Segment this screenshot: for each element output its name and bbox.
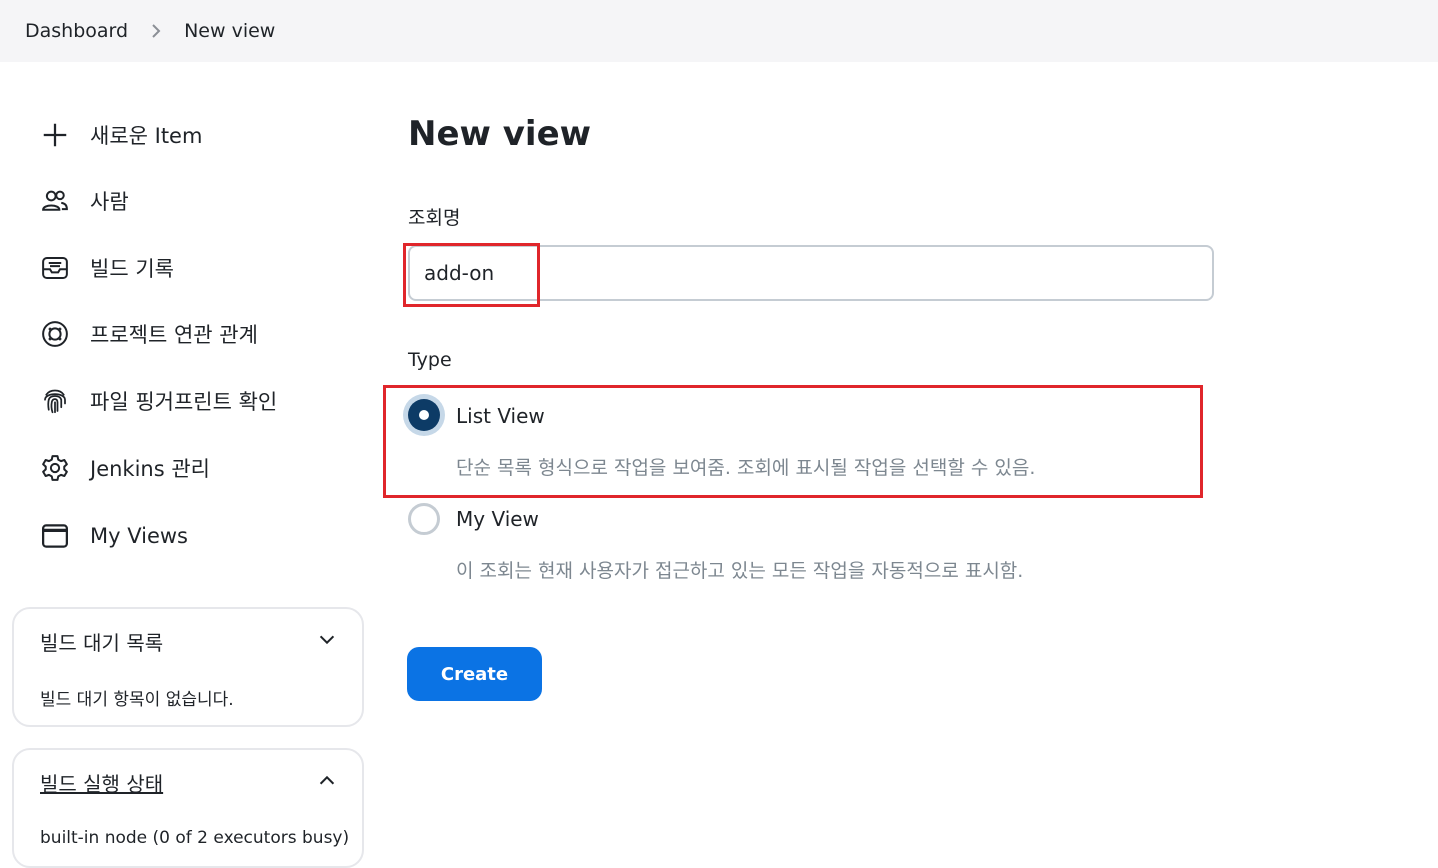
breadcrumb-new-view[interactable]: New view — [184, 20, 275, 42]
main-content: New view 조회명 Type List View 단순 목록 형식으로 작… — [380, 62, 1438, 838]
create-button[interactable]: Create — [407, 647, 542, 701]
sidebar-item-label: 프로젝트 연관 관계 — [90, 323, 258, 347]
chevron-down-icon[interactable] — [316, 629, 338, 651]
view-name-label: 조회명 — [408, 207, 461, 229]
page-title: New view — [408, 114, 592, 154]
sidebar-item-label: 파일 핑거프린트 확인 — [90, 390, 278, 414]
sidebar: 새로운 Item 사람 빌드 기록 프로젝트 연관 관계 파일 핑거프린트 확인… — [0, 62, 380, 868]
chevron-up-icon[interactable] — [316, 770, 338, 792]
inbox-icon — [38, 251, 72, 285]
sidebar-item-new-item[interactable]: 새로운 Item — [38, 115, 202, 155]
build-queue-title[interactable]: 빌드 대기 목록 — [40, 627, 163, 656]
sidebar-item-manage-jenkins[interactable]: Jenkins 관리 — [38, 448, 210, 488]
sidebar-item-label: My Views — [90, 524, 188, 548]
build-queue-panel: 빌드 대기 목록 빌드 대기 항목이 없습니다. — [12, 607, 364, 727]
sidebar-item-build-history[interactable]: 빌드 기록 — [38, 248, 174, 288]
my-view-description: 이 조회는 현재 사용자가 접근하고 있는 모든 작업을 자동적으로 표시함. — [456, 560, 1024, 582]
executor-status-title[interactable]: 빌드 실행 상태 — [40, 768, 163, 797]
sidebar-item-project-relationship[interactable]: 프로젝트 연관 관계 — [38, 314, 258, 354]
radio-my-view-label[interactable]: My View — [456, 507, 539, 531]
highlight-box-type — [383, 385, 1203, 498]
sidebar-item-fingerprint[interactable]: 파일 핑거프린트 확인 — [38, 381, 277, 421]
radio-list-view-label[interactable]: List View — [456, 404, 545, 428]
breadcrumb-dashboard[interactable]: Dashboard — [25, 20, 128, 42]
radio-list-view[interactable] — [408, 399, 440, 431]
chevron-right-icon — [150, 23, 162, 39]
sidebar-item-label: 빌드 기록 — [90, 257, 174, 281]
plus-icon — [38, 118, 72, 152]
view-name-input[interactable] — [408, 245, 1214, 301]
gear-icon — [38, 451, 72, 485]
executor-status-panel: 빌드 실행 상태 built-in node (0 of 2 executors… — [12, 748, 364, 868]
fingerprint-icon — [38, 384, 72, 418]
type-label: Type — [408, 349, 452, 371]
radio-my-view[interactable] — [408, 503, 440, 535]
sidebar-item-label: 사람 — [90, 190, 129, 214]
window-icon — [38, 519, 72, 553]
breadcrumb: Dashboard New view — [0, 0, 1438, 62]
list-view-description: 단순 목록 형식으로 작업을 보여줌. 조회에 표시될 작업을 선택할 수 있음… — [456, 457, 1036, 479]
relationship-icon — [38, 317, 72, 351]
executor-status-text: built-in node (0 of 2 executors busy) — [40, 828, 350, 848]
sidebar-item-my-views[interactable]: My Views — [38, 516, 188, 556]
sidebar-item-people[interactable]: 사람 — [38, 181, 129, 221]
sidebar-item-label: Jenkins 관리 — [90, 457, 210, 481]
sidebar-item-label: 새로운 Item — [90, 124, 203, 148]
build-queue-empty-text: 빌드 대기 항목이 없습니다. — [40, 690, 234, 710]
people-icon — [38, 184, 72, 218]
